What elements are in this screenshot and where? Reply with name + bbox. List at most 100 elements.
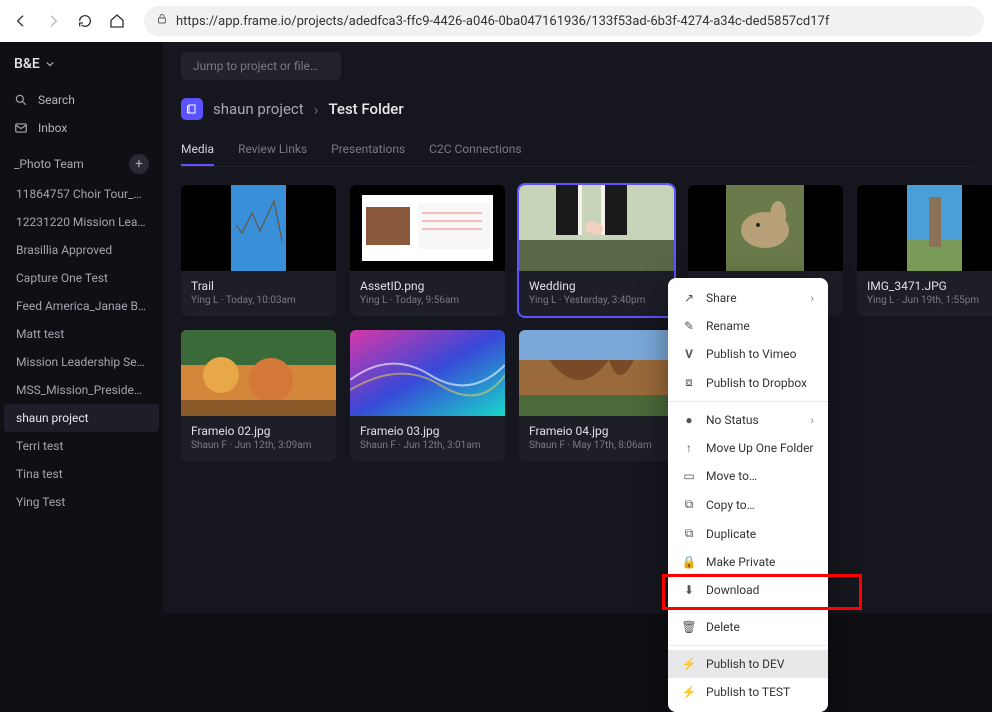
- separator: [668, 401, 828, 402]
- asset-card[interactable]: Frameio 02.jpg Shaun F · Jun 12th, 3:09am: [181, 330, 336, 461]
- ctx-move-to[interactable]: ▭Move to…: [668, 462, 828, 490]
- lock-icon: 🔒: [682, 555, 696, 569]
- tab-c2c[interactable]: C2C Connections: [429, 134, 521, 166]
- asset-card[interactable]: Frameio 04.jpgShaun F · May 17th, 8:06am: [519, 330, 674, 461]
- card-meta: Ying L · Jun 19th, 1:55pm: [867, 295, 992, 306]
- sidebar-inbox-label: Inbox: [38, 121, 67, 135]
- thumb: [519, 330, 674, 416]
- ctx-publish-dev[interactable]: ⚡Publish to DEV: [668, 650, 828, 678]
- tab-media[interactable]: Media: [181, 134, 214, 166]
- asset-card-selected[interactable]: Wedding Ying L · Yesterday, 3:40pm: [519, 185, 674, 316]
- ctx-copy-to[interactable]: ⧉Copy to…: [668, 490, 828, 519]
- circle-icon: ●: [682, 413, 696, 427]
- tab-review-links[interactable]: Review Links: [238, 134, 307, 166]
- card-meta: Shaun F · Jun 12th, 3:01am: [360, 440, 495, 451]
- add-project-button[interactable]: +: [129, 154, 149, 174]
- asset-grid: Trail Ying L · Today, 10:03am AssetID.png…: [181, 185, 974, 461]
- thumb: [350, 185, 505, 271]
- chevron-right-icon: ›: [810, 291, 814, 305]
- chevron-right-icon: ›: [314, 100, 319, 119]
- sidebar-inbox[interactable]: Inbox: [0, 114, 163, 142]
- ctx-private[interactable]: 🔒Make Private: [668, 548, 828, 576]
- tab-presentations[interactable]: Presentations: [331, 134, 405, 166]
- workspace-name: B&E: [14, 56, 40, 72]
- address-bar[interactable]: https://app.frame.io/projects/adedfca3-f…: [144, 6, 984, 36]
- duplicate-icon: ⧉: [682, 526, 696, 541]
- vimeo-icon: V: [682, 347, 696, 361]
- card-title: Frameio 02.jpg: [191, 424, 326, 438]
- asset-card[interactable]: IMG_3471.JPGYing L · Jun 19th, 1:55pm: [857, 185, 992, 316]
- asset-card[interactable]: Trail Ying L · Today, 10:03am: [181, 185, 336, 316]
- ctx-move-up[interactable]: ↑Move Up One Folder: [668, 434, 828, 462]
- ctx-share[interactable]: ↗Share›: [668, 284, 828, 312]
- asset-card[interactable]: AssetID.pngYing L · Today, 9:56am: [350, 185, 505, 316]
- asset-card[interactable]: Frameio 03.jpg Shaun F · Jun 12th, 3:01am: [350, 330, 505, 461]
- card-meta: Ying L · Yesterday, 3:40pm: [529, 295, 664, 306]
- bolt-icon: ⚡: [682, 657, 696, 671]
- card-meta: Shaun F · Jun 12th, 3:09am: [191, 440, 326, 451]
- ctx-status[interactable]: ●No Status›: [668, 406, 828, 434]
- card-meta: Shaun F · May 17th, 8:06am: [529, 440, 664, 451]
- ctx-vimeo[interactable]: VPublish to Vimeo: [668, 340, 828, 368]
- breadcrumb: shaun project › Test Folder: [181, 98, 974, 120]
- separator: [668, 645, 828, 646]
- project-item[interactable]: Brasillia Approved: [0, 236, 163, 264]
- inbox-icon: [14, 121, 28, 135]
- bolt-icon: ⚡: [682, 685, 696, 699]
- project-item[interactable]: 12231220 Mission Lead…: [0, 208, 163, 236]
- sidebar-search-label: Search: [38, 93, 75, 107]
- card-title: Wedding: [529, 279, 664, 293]
- project-item[interactable]: Tina test: [0, 460, 163, 488]
- project-item[interactable]: MSS_Mission_President_…: [0, 376, 163, 404]
- back-button[interactable]: [8, 8, 34, 34]
- workspace-switcher[interactable]: B&E: [0, 52, 163, 86]
- ctx-publish-test[interactable]: ⚡Publish to TEST: [668, 678, 828, 706]
- reload-button[interactable]: [72, 8, 98, 34]
- project-item[interactable]: 11864757 Choir Tour_M…: [0, 180, 163, 208]
- ctx-dropbox[interactable]: ⧈Publish to Dropbox: [668, 368, 828, 397]
- project-icon[interactable]: [181, 98, 203, 120]
- chevron-right-icon: ›: [810, 413, 814, 427]
- team-name: _Photo Team: [14, 157, 84, 171]
- card-title: AssetID.png: [360, 279, 495, 293]
- project-item[interactable]: Mission Leadership Sem…: [0, 348, 163, 376]
- thumb: [688, 185, 843, 271]
- main-content: Jump to project or file… shaun project ›…: [163, 42, 992, 613]
- trash-icon: 🗑: [682, 620, 696, 634]
- project-item[interactable]: Matt test: [0, 320, 163, 348]
- breadcrumb-project[interactable]: shaun project: [213, 100, 304, 118]
- dropbox-icon: ⧈: [682, 375, 696, 390]
- folder-move-icon: ▭: [682, 469, 696, 483]
- home-button[interactable]: [104, 8, 130, 34]
- context-menu: ↗Share› ✎Rename VPublish to Vimeo ⧈Publi…: [668, 278, 828, 712]
- project-item[interactable]: Feed America_Janae Bi…: [0, 292, 163, 320]
- search-icon: [14, 93, 28, 107]
- project-item-active[interactable]: shaun project: [4, 404, 159, 432]
- jump-search[interactable]: Jump to project or file…: [181, 52, 341, 80]
- project-item[interactable]: Ying Test: [0, 488, 163, 516]
- share-icon: ↗: [682, 291, 696, 305]
- download-icon: ⬇: [682, 583, 696, 597]
- separator: [668, 608, 828, 609]
- url-text: https://app.frame.io/projects/adedfca3-f…: [176, 14, 829, 29]
- ctx-rename[interactable]: ✎Rename: [668, 312, 828, 340]
- arrow-up-icon: ↑: [682, 441, 696, 455]
- card-meta: Ying L · Today, 10:03am: [191, 295, 326, 306]
- team-header[interactable]: _Photo Team +: [0, 142, 163, 180]
- tabs: Media Review Links Presentations C2C Con…: [181, 134, 974, 167]
- pencil-icon: ✎: [682, 319, 696, 333]
- sidebar-search[interactable]: Search: [0, 86, 163, 114]
- project-item[interactable]: Capture One Test: [0, 264, 163, 292]
- thumb: [350, 330, 505, 416]
- card-title: Trail: [191, 279, 326, 293]
- copy-icon: ⧉: [682, 497, 696, 512]
- card-title: Frameio 03.jpg: [360, 424, 495, 438]
- lock-icon: [156, 13, 168, 29]
- ctx-download[interactable]: ⬇Download: [668, 576, 828, 604]
- ctx-duplicate[interactable]: ⧉Duplicate: [668, 519, 828, 548]
- chevron-down-icon: [46, 60, 54, 68]
- project-item[interactable]: Terri test: [0, 432, 163, 460]
- ctx-delete[interactable]: 🗑Delete: [668, 613, 828, 641]
- forward-button[interactable]: [40, 8, 66, 34]
- breadcrumb-folder[interactable]: Test Folder: [328, 100, 403, 118]
